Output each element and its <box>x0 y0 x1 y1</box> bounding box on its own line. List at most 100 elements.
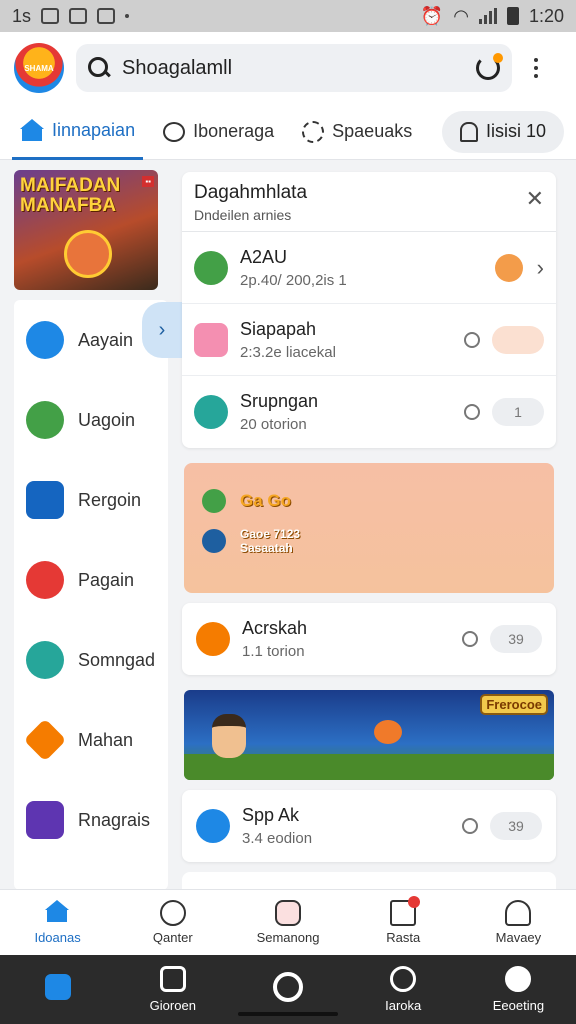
notification-dot-icon <box>125 14 130 18</box>
play-icon <box>196 809 230 843</box>
sidebar-item-label: Aayain <box>78 329 134 350</box>
refresh-icon[interactable] <box>476 53 503 80</box>
message-icon <box>69 8 88 24</box>
battery-icon <box>506 7 519 25</box>
sidebar-item-label: Rergoin <box>78 489 142 510</box>
more-menu-icon[interactable] <box>534 58 538 78</box>
game-character-image <box>64 230 112 278</box>
search-icon[interactable] <box>88 57 110 79</box>
sysnav-label: Iaroka <box>385 998 422 1013</box>
info-icon[interactable] <box>464 331 480 348</box>
sidebar-item-label: Somngad <box>78 649 156 670</box>
banner-title: MAIFADAN MANAFBA <box>20 175 121 216</box>
tab-home[interactable]: Iinnapaian <box>12 104 144 160</box>
item-subtitle: 1.1 torion <box>242 643 305 660</box>
list-item[interactable]: Srupngan 20 otorion 1 <box>182 376 556 448</box>
promo-text: Gaoe 7123 <box>240 527 301 541</box>
gamepad-icon <box>275 900 301 926</box>
settings-icon <box>505 966 532 992</box>
sidebar-item-uagoin[interactable]: Uagoin <box>14 380 168 460</box>
panel-title: Dagahmhlata <box>194 182 308 203</box>
signal-icon <box>478 8 497 24</box>
gallery-icon <box>159 966 186 992</box>
circle-home-icon <box>273 971 303 1002</box>
promo-text: Sasaatah <box>240 541 293 555</box>
list-item[interactable]: Siapapah 2:3.2e liacekal <box>182 304 556 376</box>
nav-chat[interactable]: Qanter <box>115 890 230 955</box>
sidebar-item-pagain[interactable]: Pagain <box>14 540 168 620</box>
game-logo: Frerocoe <box>480 694 548 715</box>
sysnav-label: Eeoeting <box>492 998 545 1013</box>
action-pill[interactable]: 1 <box>492 398 544 426</box>
tab-settings[interactable]: Spaeuaks <box>294 104 420 160</box>
fox-icon <box>196 622 230 656</box>
promo-card[interactable]: Ga Go Gaoe 7123 Sasaatah <box>184 463 554 593</box>
coin-icon <box>202 529 226 553</box>
alarm-icon: ⏰ <box>420 5 444 26</box>
featured-game-banner[interactable]: MAIFADAN MANAFBA ▪▪ <box>14 170 158 290</box>
panel-header: Dagahmhlata Dndeilen arnies ✕ <box>182 172 556 232</box>
compass-icon <box>26 321 64 359</box>
game-character-image <box>212 714 246 758</box>
chevron-right-icon[interactable]: › <box>537 255 544 281</box>
message-icon <box>390 896 421 926</box>
tab-label: Spaeuaks <box>332 121 413 141</box>
app-header: SHAMA <box>0 32 576 104</box>
sysnav-settings[interactable]: Eeoeting <box>461 955 576 1024</box>
item-subtitle: 20 otorion <box>240 416 307 433</box>
action-pill[interactable]: 39 <box>490 812 542 840</box>
status-text: 1s <box>12 5 32 26</box>
sidebar-item-rergoin[interactable]: Rergoin <box>14 460 168 540</box>
action-pill[interactable] <box>492 325 544 354</box>
tab-label: Iisisi 10 <box>485 121 546 141</box>
leaf-icon <box>202 489 226 513</box>
bottom-nav: Idoanas Qanter Semanong Rasta Mavaey <box>0 889 576 955</box>
tab-messages[interactable]: Iboneraga <box>155 104 282 160</box>
photo-icon <box>97 8 116 24</box>
item-subtitle: 2:3.2e liacekal <box>240 343 336 361</box>
item-title: Spp Ak <box>242 805 300 825</box>
action-pill[interactable]: 39 <box>490 625 542 653</box>
sysnav-gallery[interactable]: Gioroen <box>115 955 230 1024</box>
clock: 1:20 <box>528 5 564 26</box>
nav-label: Qanter <box>152 930 193 945</box>
info-icon[interactable] <box>464 404 480 420</box>
sysnav-label: Gioroen <box>149 998 196 1013</box>
sysnav-home[interactable] <box>0 955 115 1024</box>
list-item[interactable]: A2AU 2p.40/ 200,2is 1 › <box>182 232 556 304</box>
sidebar-item-mahan[interactable]: Mahan <box>14 700 168 780</box>
search-input[interactable] <box>122 56 476 80</box>
chevron-right-icon[interactable]: › <box>142 302 182 358</box>
sidebar-item-rnagrais[interactable]: Rnagrais <box>14 780 168 860</box>
app-logo[interactable]: SHAMA <box>14 43 64 93</box>
tab-notifications[interactable]: Iisisi 10 <box>441 110 564 153</box>
app-icon <box>194 322 228 357</box>
sidebar-item-somngad[interactable]: Somngad <box>14 620 168 700</box>
info-icon[interactable] <box>462 818 478 834</box>
search-bar[interactable] <box>76 44 512 92</box>
avatar-icon <box>26 401 64 439</box>
home-icon <box>44 900 71 926</box>
sysnav-search[interactable]: Iaroka <box>346 955 461 1024</box>
nav-profile[interactable]: Mavaey <box>461 890 576 955</box>
item-title: A2AU <box>240 246 288 267</box>
banner-tag-icon: ▪▪ <box>142 176 154 187</box>
promo-headline: Ga Go <box>240 491 292 510</box>
panel-subtitle: Dndeilen arnies <box>194 207 292 223</box>
nav-home[interactable]: Idoanas <box>0 890 115 955</box>
nav-label: Semanong <box>256 930 320 945</box>
sidebar-item-label: Uagoin <box>78 409 136 430</box>
gesture-handle[interactable] <box>238 1012 338 1016</box>
list-item[interactable]: Spp Ak 3.4 eodion 39 <box>182 790 556 862</box>
sidebar-item-label: Mahan <box>78 729 134 750</box>
nav-games[interactable]: Semanong <box>230 890 345 955</box>
bell-icon <box>459 121 478 142</box>
list-item[interactable]: Acrskah 1.1 torion 39 <box>182 603 556 675</box>
game-promo-banner[interactable]: Frerocoe <box>184 690 554 780</box>
close-icon[interactable]: ✕ <box>526 186 544 212</box>
info-icon[interactable] <box>462 631 478 647</box>
item-title: Acrskah <box>242 618 308 638</box>
app-icon <box>194 250 228 285</box>
nav-messages[interactable]: Rasta <box>346 890 461 955</box>
sidebar-item-aayain[interactable]: Aayain › <box>14 300 182 380</box>
